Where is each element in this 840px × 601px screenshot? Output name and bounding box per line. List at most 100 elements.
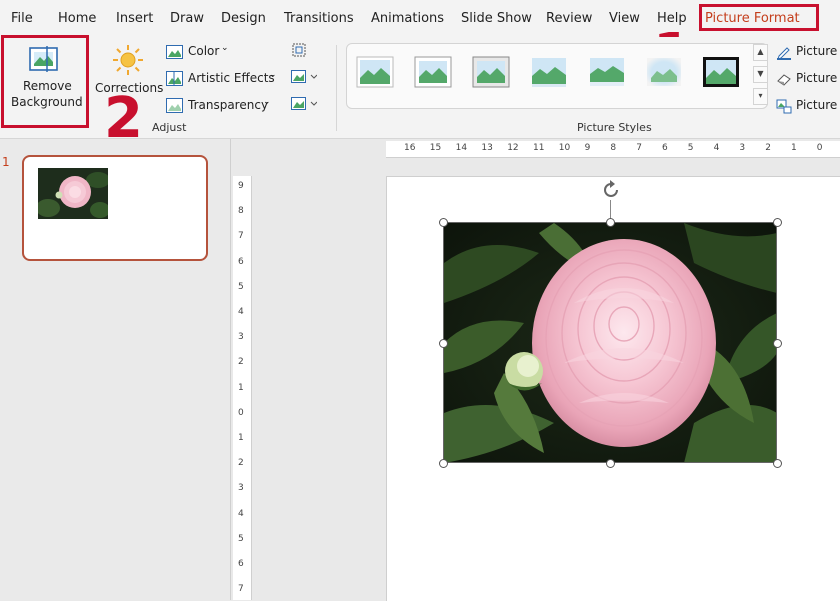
vertical-ruler: 9 8 7 6 5 4 3 2 1 0 1 2 3 4 5 6 7: [233, 176, 252, 600]
color-label: Color: [188, 44, 220, 58]
picture-effects-icon: [776, 71, 792, 91]
resize-handle-left[interactable]: [439, 339, 448, 348]
picture-style-2[interactable]: [414, 56, 452, 88]
picture-style-5[interactable]: [588, 56, 626, 88]
resize-handle-bottom[interactable]: [606, 459, 615, 468]
slide-number: 1: [2, 155, 10, 169]
ruler-h-number: 11: [533, 143, 545, 153]
ruler-v-number: 4: [238, 307, 244, 317]
ruler-h-number: 5: [687, 143, 694, 153]
transparency-button[interactable]: Transparency ⌄: [166, 97, 276, 115]
ruler-h-number: 7: [636, 143, 642, 153]
tab-slide-show[interactable]: Slide Show: [461, 11, 532, 26]
ruler-h-number: 10: [558, 143, 571, 153]
ruler-v-number: 5: [238, 281, 244, 292]
ribbon: Remove Background 2 Corrections Color ⌄: [0, 35, 840, 147]
ruler-v-number: 2: [238, 458, 244, 469]
gallery-scroll-down-button[interactable]: ▼: [753, 66, 768, 83]
ruler-v-number: 6: [238, 559, 244, 569]
picture-effects-button[interactable]: Picture: [776, 70, 840, 88]
ruler-h-number: 4: [713, 143, 720, 153]
ruler-v-number: 8: [238, 206, 244, 217]
picture-layout-icon: [776, 98, 792, 118]
resize-handle-right[interactable]: [773, 339, 782, 348]
picture-style-4[interactable]: [530, 56, 568, 88]
picture-style-6[interactable]: [645, 56, 683, 88]
resize-handle-top-right[interactable]: [773, 218, 782, 227]
picture-styles-group-label: Picture Styles: [577, 121, 652, 134]
slide-thumbnail[interactable]: [22, 155, 208, 261]
horizontal-ruler: 16 15 14 13 12 11 10 9 8 7 6 5 4 3 2 1 0: [386, 141, 840, 158]
resize-handle-bottom-right[interactable]: [773, 459, 782, 468]
corrections-sun-icon: [111, 43, 145, 81]
ruler-h-number: 6: [662, 143, 668, 153]
change-picture-icon[interactable]: [291, 69, 318, 89]
ruler-v-number: 9: [238, 181, 244, 191]
transparency-label: Transparency: [188, 98, 269, 112]
picture-layout-button[interactable]: Picture: [776, 97, 840, 115]
gallery-scroll-up-button[interactable]: ▲: [753, 44, 768, 61]
adjust-group-label: Adjust: [152, 121, 187, 134]
ruler-h-number: 8: [610, 143, 617, 153]
picture-border-label: Picture: [796, 44, 838, 58]
tab-file[interactable]: File: [11, 11, 33, 26]
ruler-v-number: 4: [238, 508, 244, 519]
ruler-v-number: 1: [238, 433, 244, 443]
ruler-v-number: 6: [238, 256, 244, 267]
artistic-effects-chevron-icon: ⌄: [269, 70, 277, 80]
gallery-more-button[interactable]: ▾: [753, 88, 768, 105]
ruler-h-number: 3: [739, 143, 746, 153]
ruler-v-number: 5: [238, 533, 244, 544]
artistic-effects-icon: [166, 71, 183, 90]
ruler-h-number: 16: [404, 143, 416, 153]
tab-insert[interactable]: Insert: [116, 11, 153, 26]
transparency-chevron-icon: ⌄: [263, 97, 271, 107]
reset-picture-icon[interactable]: [291, 96, 318, 116]
ruler-v-number: 3: [238, 332, 244, 343]
ribbon-separator: [336, 45, 337, 131]
tab-home[interactable]: Home: [58, 11, 96, 26]
resize-handle-top-left[interactable]: [439, 218, 448, 227]
ruler-h-number: 1: [791, 143, 797, 153]
picture-selection-outline: [443, 222, 777, 463]
ruler-v-number: 7: [238, 231, 244, 242]
ruler-h-number: 14: [455, 143, 468, 153]
corrections-button[interactable]: Corrections: [93, 39, 164, 99]
tab-transitions[interactable]: Transitions: [284, 11, 354, 26]
pane-separator: [230, 139, 231, 600]
compress-pictures-icon[interactable]: [291, 42, 307, 62]
picture-layout-label: Picture: [796, 98, 838, 112]
picture-border-pen-icon: [776, 44, 792, 64]
tab-animations[interactable]: Animations: [371, 11, 444, 26]
picture-style-7[interactable]: [702, 56, 740, 88]
ruler-v-number: 0: [238, 407, 244, 418]
color-button[interactable]: Color ⌄: [166, 43, 246, 61]
resize-handle-top[interactable]: [606, 218, 615, 227]
tab-view[interactable]: View: [609, 11, 640, 26]
corrections-label: Corrections: [95, 81, 164, 95]
rotate-handle-icon[interactable]: [600, 179, 622, 205]
annotation-box-remove-background: [1, 35, 89, 128]
annotation-box-picture-format: [699, 4, 819, 31]
ruler-h-number: 13: [481, 143, 493, 153]
tab-design[interactable]: Design: [221, 11, 266, 26]
ruler-v-number: 7: [238, 584, 244, 595]
ruler-v-number: 3: [238, 483, 244, 494]
ruler-h-number: 0: [816, 143, 823, 153]
tab-draw[interactable]: Draw: [170, 11, 204, 26]
transparency-icon: [166, 98, 183, 117]
ruler-h-number: 2: [765, 143, 771, 153]
color-icon: [166, 44, 183, 63]
picture-border-button[interactable]: Picture: [776, 43, 840, 61]
color-dropdown-chevron-icon: ⌄: [221, 43, 229, 53]
resize-handle-bottom-left[interactable]: [439, 459, 448, 468]
picture-style-1[interactable]: [356, 56, 394, 88]
ruler-h-number: 9: [584, 143, 591, 153]
tab-review[interactable]: Review: [546, 11, 592, 26]
ruler-h-number: 12: [507, 143, 519, 153]
artistic-effects-button[interactable]: Artistic Effects ⌄: [166, 70, 281, 88]
slide-thumbnail-picture: [36, 168, 110, 223]
ruler-h-number: 15: [429, 143, 442, 153]
picture-effects-label: Picture: [796, 71, 838, 85]
picture-style-3[interactable]: [472, 56, 510, 88]
